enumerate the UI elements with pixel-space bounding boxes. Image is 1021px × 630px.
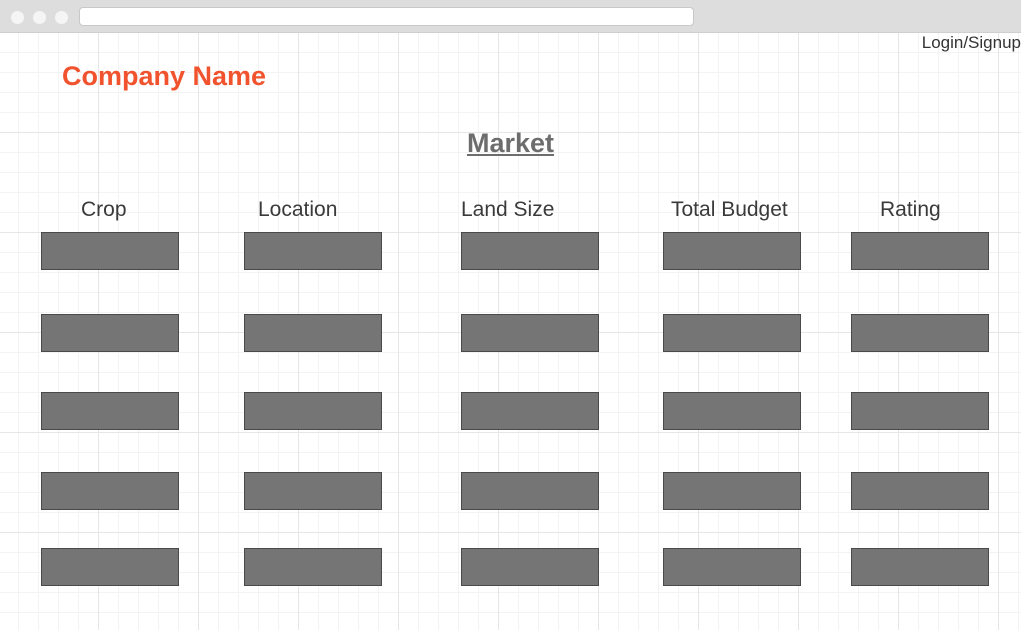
window-minimize-button[interactable] — [33, 11, 46, 24]
cell-total-budget-row-5[interactable] — [663, 548, 801, 586]
cell-land-size-row-2[interactable] — [461, 314, 599, 352]
cell-rating-row-5[interactable] — [851, 548, 989, 586]
browser-window: Login/Signup Company Name Market Crop Lo… — [0, 0, 1021, 630]
cell-rating-row-4[interactable] — [851, 472, 989, 510]
cell-land-size-row-5[interactable] — [461, 548, 599, 586]
column-header-land-size: Land Size — [461, 198, 555, 221]
cell-crop-row-1[interactable] — [41, 232, 179, 270]
cell-location-row-1[interactable] — [244, 232, 382, 270]
cell-total-budget-row-2[interactable] — [663, 314, 801, 352]
cell-crop-row-5[interactable] — [41, 548, 179, 586]
column-header-total-budget: Total Budget — [671, 198, 788, 221]
cell-total-budget-row-3[interactable] — [663, 392, 801, 430]
cell-land-size-row-4[interactable] — [461, 472, 599, 510]
cell-rating-row-2[interactable] — [851, 314, 989, 352]
cell-crop-row-3[interactable] — [41, 392, 179, 430]
cell-location-row-2[interactable] — [244, 314, 382, 352]
address-bar[interactable] — [79, 7, 694, 26]
cell-crop-row-4[interactable] — [41, 472, 179, 510]
cell-location-row-5[interactable] — [244, 548, 382, 586]
window-close-button[interactable] — [11, 11, 24, 24]
login-signup-link[interactable]: Login/Signup — [922, 33, 1021, 53]
column-header-location: Location — [258, 198, 338, 221]
cell-location-row-3[interactable] — [244, 392, 382, 430]
window-maximize-button[interactable] — [55, 11, 68, 24]
column-header-rating: Rating — [880, 198, 941, 221]
cell-total-budget-row-4[interactable] — [663, 472, 801, 510]
cell-land-size-row-3[interactable] — [461, 392, 599, 430]
company-name-logo: Company Name — [62, 61, 267, 91]
cell-crop-row-2[interactable] — [41, 314, 179, 352]
page-title: Market — [466, 128, 555, 158]
cell-rating-row-1[interactable] — [851, 232, 989, 270]
cell-rating-row-3[interactable] — [851, 392, 989, 430]
cell-total-budget-row-1[interactable] — [663, 232, 801, 270]
cell-location-row-4[interactable] — [244, 472, 382, 510]
cell-land-size-row-1[interactable] — [461, 232, 599, 270]
browser-toolbar — [0, 0, 1021, 33]
column-header-crop: Crop — [81, 198, 127, 221]
